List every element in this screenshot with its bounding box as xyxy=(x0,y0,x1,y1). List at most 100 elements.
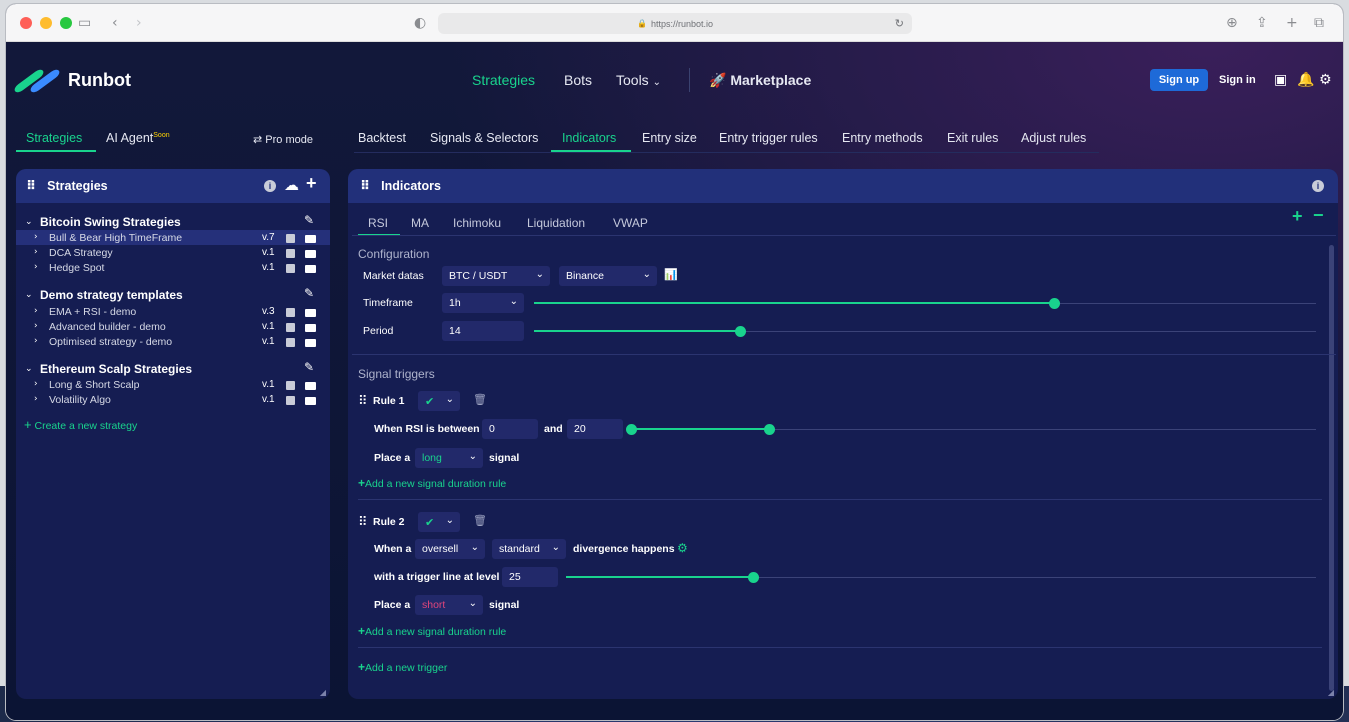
resize-handle-icon[interactable]: ◢ xyxy=(1328,688,1334,697)
checkbox-icon[interactable] xyxy=(286,249,295,258)
folder-icon[interactable] xyxy=(305,265,316,273)
checkbox-icon[interactable] xyxy=(286,234,295,243)
folder-icon[interactable] xyxy=(305,309,316,317)
new-tab-icon[interactable]: + xyxy=(1286,15,1298,31)
checkbox-icon[interactable] xyxy=(286,338,295,347)
resize-handle-icon[interactable]: ◢ xyxy=(320,688,326,697)
tab-adjust-rules[interactable]: Adjust rules xyxy=(1021,131,1086,145)
add-indicator-icon[interactable]: + xyxy=(1292,206,1303,227)
group-title[interactable]: Ethereum Scalp Strategies xyxy=(40,362,192,376)
tab-entry-size[interactable]: Entry size xyxy=(642,131,697,145)
checkbox-icon[interactable] xyxy=(286,308,295,317)
share-icon[interactable]: ⇪ xyxy=(1256,15,1268,31)
info-icon[interactable]: i xyxy=(264,180,276,192)
chevron-down-icon[interactable]: ⌄ xyxy=(25,364,33,374)
chevron-right-icon[interactable]: › xyxy=(34,379,38,389)
nav-strategies[interactable]: Strategies xyxy=(472,72,535,88)
edit-icon[interactable]: ✎ xyxy=(304,286,314,300)
list-item[interactable]: Advanced builder - demo xyxy=(49,321,166,333)
checkbox-icon[interactable] xyxy=(286,396,295,405)
folder-icon[interactable] xyxy=(305,250,316,258)
edit-icon[interactable]: ✎ xyxy=(304,213,314,227)
add-duration-rule-link[interactable]: +Add a new signal duration rule xyxy=(358,624,506,638)
signup-button[interactable]: Sign up xyxy=(1150,69,1208,91)
sidebar-toggle-icon[interactable]: ▭ xyxy=(78,15,91,31)
download-icon[interactable]: ⊕ xyxy=(1226,15,1238,31)
chevron-right-icon[interactable]: › xyxy=(34,232,38,242)
trigger-level-input[interactable]: 25 xyxy=(502,567,558,587)
tab-ichimoku[interactable]: Ichimoku xyxy=(453,216,501,230)
rsi-range-max-handle[interactable] xyxy=(764,424,775,435)
list-item[interactable]: EMA + RSI - demo xyxy=(49,306,136,318)
bell-icon[interactable]: 🔔 xyxy=(1297,72,1314,88)
privacy-shield-icon[interactable]: ◐ xyxy=(414,15,426,31)
tab-entry-methods[interactable]: Entry methods xyxy=(842,131,923,145)
tab-backtest[interactable]: Backtest xyxy=(358,131,406,145)
close-window-button[interactable] xyxy=(20,16,32,29)
rule-2-status-select[interactable]: ✔ ⌄ xyxy=(418,512,460,532)
trash-icon[interactable]: 🗑 xyxy=(473,514,487,527)
minimize-window-button[interactable] xyxy=(40,16,52,29)
drag-handle-icon[interactable]: ⠿ xyxy=(358,394,367,409)
scrollbar[interactable] xyxy=(1329,245,1334,691)
list-item[interactable]: Optimised strategy - demo xyxy=(49,336,172,348)
divergence-type-select[interactable]: oversell ⌄ xyxy=(415,539,485,559)
nav-bots[interactable]: Bots xyxy=(564,72,592,88)
folder-icon[interactable] xyxy=(305,382,316,390)
reload-icon[interactable]: ↻ xyxy=(895,17,904,30)
tab-liquidation[interactable]: Liquidation xyxy=(527,216,585,230)
create-strategy-link[interactable]: + Create a new strategy xyxy=(24,417,137,432)
settings-gear-icon[interactable]: ⚙ xyxy=(677,541,688,555)
tab-vwap[interactable]: VWAP xyxy=(613,216,648,230)
info-icon[interactable]: i xyxy=(1312,180,1324,192)
chevron-right-icon[interactable]: › xyxy=(34,321,38,331)
chevron-right-icon[interactable]: › xyxy=(34,336,38,346)
tab-indicators[interactable]: Indicators xyxy=(562,131,616,145)
signin-link[interactable]: Sign in xyxy=(1219,74,1256,86)
tab-strategies[interactable]: Strategies xyxy=(26,131,82,145)
chevron-right-icon[interactable]: › xyxy=(34,394,38,404)
folder-icon[interactable] xyxy=(305,339,316,347)
timeframe-slider-handle[interactable] xyxy=(1049,298,1060,309)
brand-logo[interactable]: Runbot xyxy=(12,67,131,95)
chevron-right-icon[interactable]: › xyxy=(34,306,38,316)
edit-icon[interactable]: ✎ xyxy=(304,360,314,374)
tab-ma[interactable]: MA xyxy=(411,216,429,230)
folder-icon[interactable] xyxy=(305,324,316,332)
cloud-upload-icon[interactable]: ☁ xyxy=(284,176,299,194)
back-icon[interactable]: ‹ xyxy=(112,15,118,31)
tabs-overview-icon[interactable]: ⧉ xyxy=(1314,15,1324,31)
checkbox-icon[interactable] xyxy=(286,323,295,332)
list-item[interactable]: Bull & Bear High TimeFrame xyxy=(49,232,182,244)
divergence-mode-select[interactable]: standard ⌄ xyxy=(492,539,566,559)
list-item[interactable]: DCA Strategy xyxy=(49,247,113,259)
tab-exit-rules[interactable]: Exit rules xyxy=(947,131,998,145)
rsi-max-input[interactable]: 20 xyxy=(567,419,623,439)
pair-select[interactable]: BTC / USDT ⌄ xyxy=(442,266,550,286)
book-icon[interactable]: ▣ xyxy=(1274,72,1287,88)
group-title[interactable]: Bitcoin Swing Strategies xyxy=(40,215,181,229)
drag-handle-icon[interactable]: ⠿ xyxy=(358,515,367,530)
rule-1-side-select[interactable]: long ⌄ xyxy=(415,448,483,468)
gear-icon[interactable]: ⚙ xyxy=(1319,72,1332,88)
rsi-range-min-handle[interactable] xyxy=(626,424,637,435)
forward-icon[interactable]: › xyxy=(136,15,142,31)
chevron-right-icon[interactable]: › xyxy=(34,247,38,257)
chevron-right-icon[interactable]: › xyxy=(34,262,38,272)
exchange-select[interactable]: Binance ⌄ xyxy=(559,266,657,286)
chevron-down-icon[interactable]: ⌄ xyxy=(25,290,33,300)
trash-icon[interactable]: 🗑 xyxy=(473,393,487,406)
add-trigger-link[interactable]: +Add a new trigger xyxy=(358,660,447,674)
period-slider-handle[interactable] xyxy=(735,326,746,337)
chevron-down-icon[interactable]: ⌄ xyxy=(25,217,33,227)
trigger-level-slider-handle[interactable] xyxy=(748,572,759,583)
list-item[interactable]: Volatility Algo xyxy=(49,394,111,406)
nav-marketplace[interactable]: 🚀 Marketplace xyxy=(709,72,811,89)
tab-ai-agent[interactable]: AI AgentSoon xyxy=(106,131,170,145)
drag-handle-icon[interactable]: ⠿ xyxy=(360,179,370,194)
maximize-window-button[interactable] xyxy=(60,16,72,29)
period-input[interactable]: 14 xyxy=(442,321,524,341)
tab-entry-trigger-rules[interactable]: Entry trigger rules xyxy=(719,131,818,145)
tab-signals-selectors[interactable]: Signals & Selectors xyxy=(430,131,538,145)
folder-icon[interactable] xyxy=(305,397,316,405)
